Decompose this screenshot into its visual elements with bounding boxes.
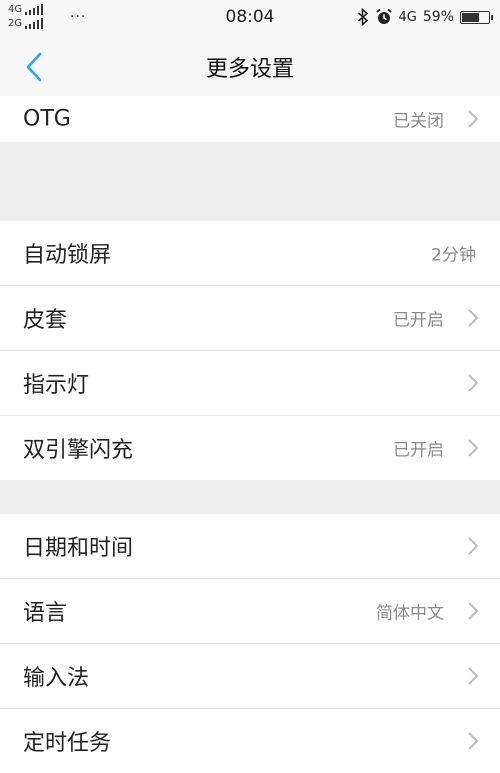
setting-label: 双引擎闪充 [23,438,134,463]
settings-group-2: 自动锁屏 2分钟 皮套 已开启 指示灯 双引擎闪充 已开启 [0,221,500,480]
setting-label: 自动锁屏 [23,243,112,268]
battery-fill [462,12,479,22]
setting-label: 指示灯 [23,373,90,398]
setting-row-otg[interactable]: OTG 已关闭 [0,96,500,142]
bluetooth-icon [357,8,369,26]
setting-row-dual-engine-charge[interactable]: 双引擎闪充 已开启 [0,416,500,480]
setting-label: 定时任务 [23,731,112,756]
setting-row-auto-lock[interactable]: 自动锁屏 2分钟 [0,221,500,286]
chevron-right-icon [468,537,479,555]
lte-label: 4G [398,9,417,25]
status-bar: 4G 2G ··· 08:04 4G 59% [0,0,500,36]
setting-value: 2分钟 [431,245,476,266]
setting-label: OTG [23,106,71,132]
chevron-right-icon [468,309,479,327]
settings-group-3: 日期和时间 语言 简体中文 输入法 定时任务 [0,514,500,773]
chevron-right-icon [468,602,479,620]
setting-label: 语言 [23,601,68,626]
chevron-right-icon [468,732,479,750]
settings-list: OTG 已关闭 自动锁屏 2分钟 皮套 已开启 指示灯 双引擎闪充 已开启 日期… [0,96,500,773]
battery-percent: 59% [422,9,454,25]
chevron-right-icon [468,667,479,685]
setting-label: 日期和时间 [23,536,134,561]
setting-row-language[interactable]: 语言 简体中文 [0,579,500,644]
setting-label: 输入法 [23,666,90,691]
setting-row-date-time[interactable]: 日期和时间 [0,514,500,579]
setting-value: 已关闭 [393,111,444,132]
section-gap [0,142,500,221]
alarm-icon [375,8,393,26]
setting-row-input-method[interactable]: 输入法 [0,644,500,709]
battery-icon [460,10,493,24]
chevron-right-icon [468,439,479,457]
page-title: 更多设置 [205,57,294,82]
setting-value: 已开启 [393,310,444,331]
settings-group-1: OTG 已关闭 [0,96,500,142]
status-icons: 4G 59% [357,5,493,29]
setting-row-indicator-light[interactable]: 指示灯 [0,351,500,416]
nav-bar: 更多设置 [0,36,500,97]
setting-label: 皮套 [23,308,68,333]
chevron-right-icon [468,374,479,392]
setting-value: 简体中文 [376,603,444,624]
setting-row-scheduled-tasks[interactable]: 定时任务 [0,709,500,773]
setting-value: 已开启 [393,440,444,461]
chevron-right-icon [468,110,479,128]
section-gap [0,480,500,514]
setting-row-case[interactable]: 皮套 已开启 [0,286,500,351]
